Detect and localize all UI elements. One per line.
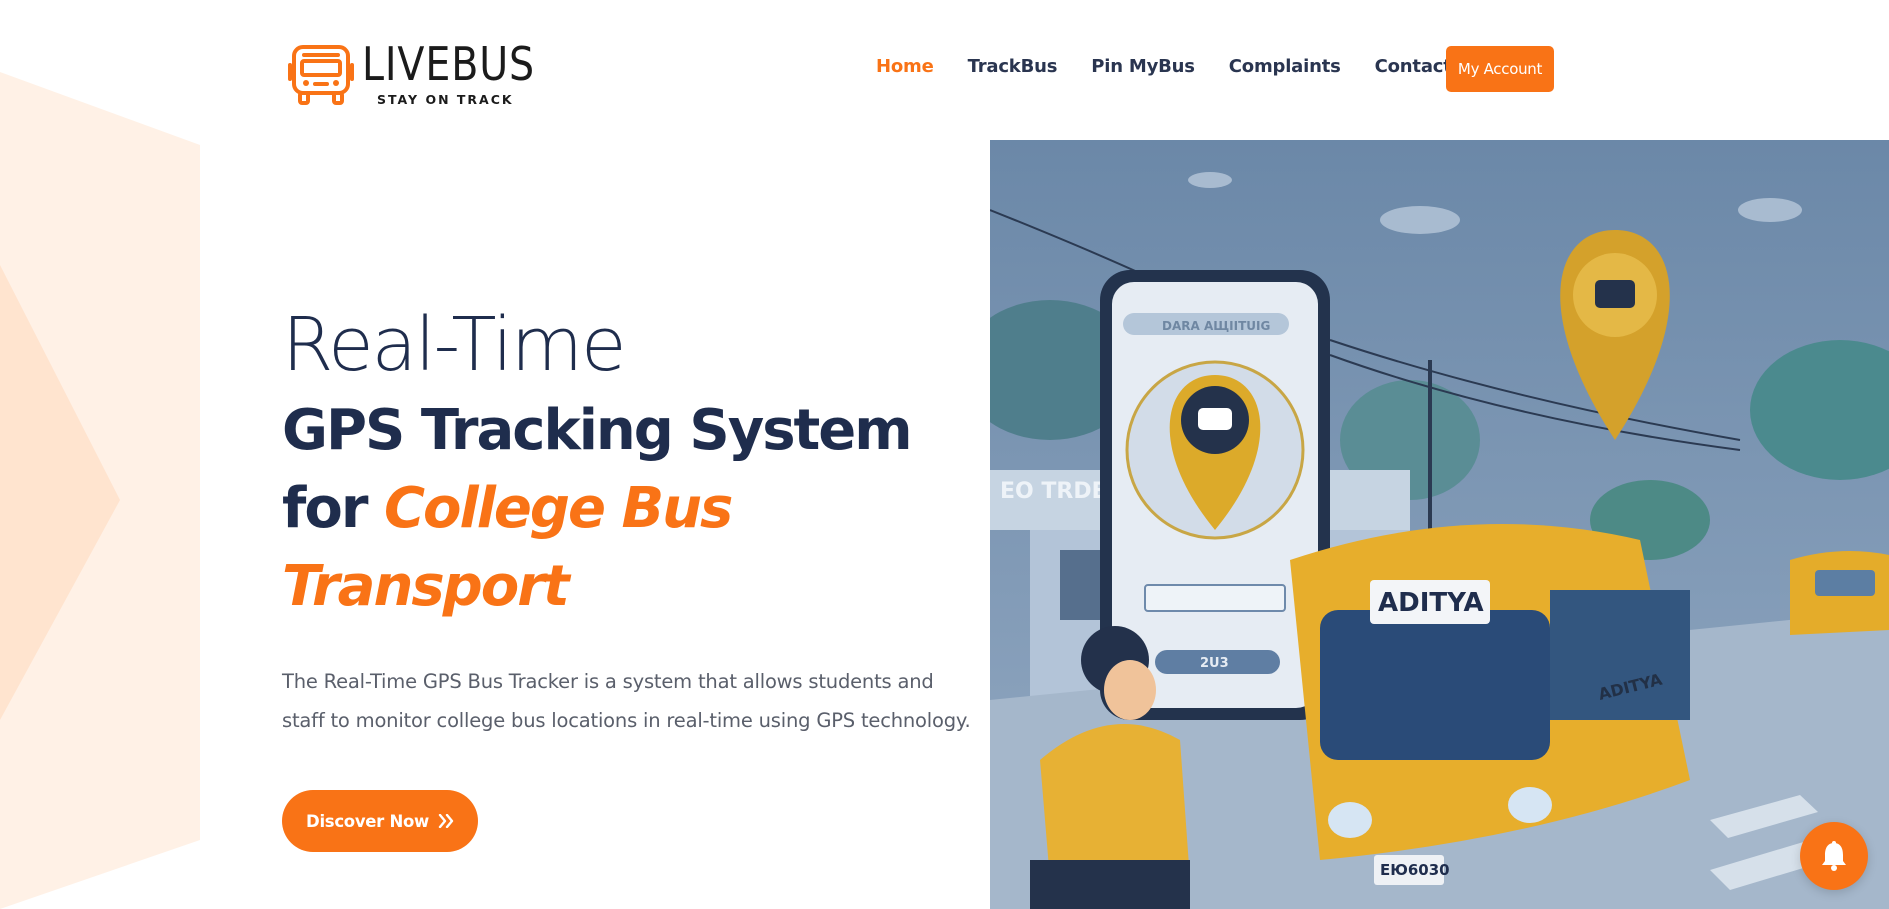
notification-button[interactable]: [1800, 822, 1868, 890]
hero-title-line1: Real-Time: [282, 302, 627, 388]
brand-name: LIVEBUS: [362, 37, 535, 91]
nav-complaints[interactable]: Complaints: [1229, 56, 1341, 77]
bus-icon: [288, 44, 354, 105]
hero-section: Real-Time GPS Tracking System for Colleg…: [282, 300, 1002, 852]
bus-sign-text: ADITYA: [1378, 588, 1484, 618]
nav-pin-mybus[interactable]: Pin MyBus: [1091, 56, 1195, 77]
hero-title-line2: GPS Tracking System: [282, 398, 913, 463]
phone-header-text: DARA AЩIITUIG: [1162, 319, 1270, 333]
discover-now-button[interactable]: Discover Now: [282, 790, 478, 852]
hero-title-prefix: for: [282, 476, 384, 541]
bell-icon: [1822, 841, 1846, 871]
discover-now-label: Discover Now: [306, 811, 429, 831]
site-header: LIVEBUS STAY ON TRACK Home TrackBus Pin …: [0, 0, 1889, 140]
hero-title-line3: for College Bus Transport: [282, 470, 1002, 626]
my-account-button[interactable]: My Account: [1446, 46, 1554, 92]
double-chevron-right-icon: [438, 814, 454, 828]
nav-home[interactable]: Home: [876, 56, 934, 77]
bus-plate-text: ЕЮ6030: [1380, 861, 1450, 879]
brand-tagline: STAY ON TRACK: [377, 92, 514, 107]
logo[interactable]: LIVEBUS STAY ON TRACK: [288, 40, 563, 107]
station-sign-text: EO TRDE: [1000, 479, 1107, 504]
hero-description: The Real-Time GPS Bus Tracker is a syste…: [282, 670, 971, 732]
phone-bottom-text: 2U3: [1200, 656, 1229, 671]
hero-illustration: EO TRDE DARA AЩIITUIG 2U3 ADITYA ADITYA …: [990, 140, 1889, 909]
main-nav: Home TrackBus Pin MyBus Complaints Conta…: [876, 56, 1486, 77]
nav-contact[interactable]: Contact: [1375, 56, 1452, 77]
nav-trackbus[interactable]: TrackBus: [968, 56, 1058, 77]
